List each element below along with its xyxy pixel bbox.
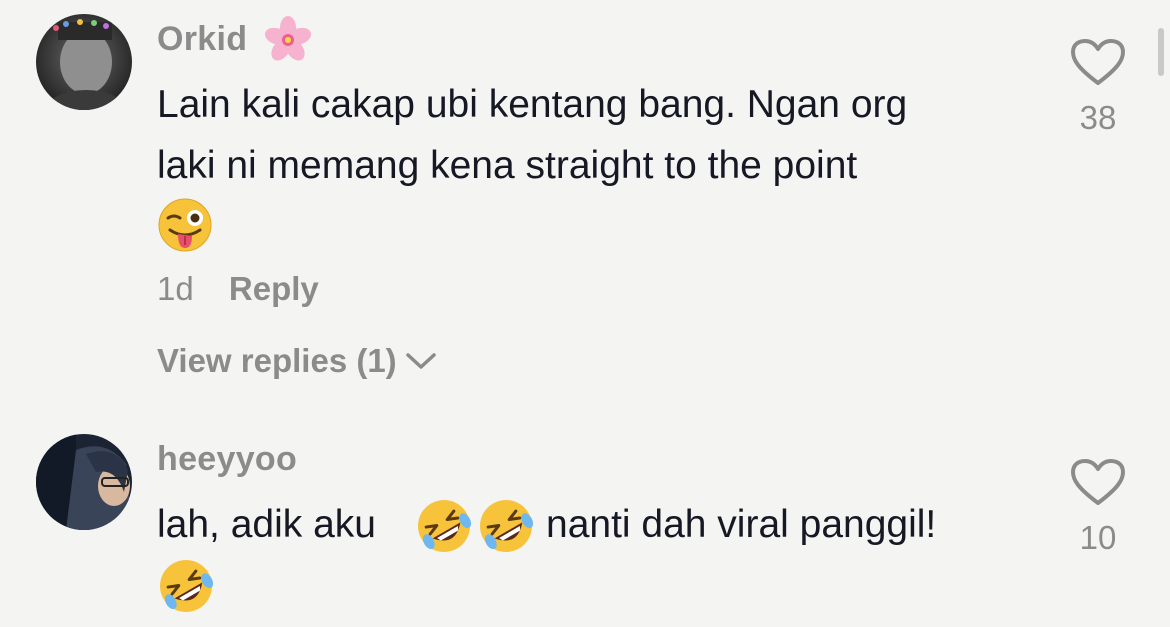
avatar[interactable] — [36, 14, 132, 110]
comment-date: 1d — [157, 270, 194, 307]
comments-panel: Orkid Lain kali cakap ubi kentang bang. … — [0, 0, 1170, 627]
rolling-on-floor-laughing-icon — [418, 500, 472, 552]
username[interactable]: heeyyoo — [157, 440, 297, 479]
comment-item: heeyyoo lah, adik aku nanti dah viral pa… — [0, 420, 1170, 627]
comment-meta: 1d Reply — [157, 270, 319, 308]
view-replies-label: View replies (1) — [157, 342, 397, 379]
heart-icon — [1071, 459, 1125, 505]
chevron-down-icon — [405, 353, 436, 369]
winking-face-with-tongue-icon — [158, 198, 212, 252]
comment-text-segment: lah, adik aku — [157, 503, 376, 546]
comment-item: Orkid Lain kali cakap ubi kentang bang. … — [0, 0, 1170, 420]
reply-button[interactable]: Reply — [229, 270, 319, 307]
comment-text: nanti dah viral panggil! — [546, 494, 1046, 555]
username[interactable]: Orkid — [157, 20, 247, 59]
view-replies-button[interactable]: View replies (1) — [157, 342, 437, 380]
cherry-blossom-icon — [264, 16, 312, 61]
like-count: 38 — [1079, 99, 1117, 136]
like-count: 10 — [1079, 519, 1117, 556]
heart-icon — [1071, 39, 1125, 85]
comment-text: Lain kali cakap ubi kentang bang. Ngan o… — [157, 74, 1037, 196]
like-button[interactable]: 10 — [1062, 458, 1134, 557]
like-button[interactable]: 38 — [1062, 38, 1134, 137]
comment-text-line: laki ni memang kena straight to the poin… — [157, 144, 858, 187]
avatar[interactable] — [36, 434, 132, 530]
comment-text-segment: nanti dah viral panggil! — [546, 503, 937, 546]
rolling-on-floor-laughing-icon — [160, 560, 214, 612]
comment-text-line: Lain kali cakap ubi kentang bang. Ngan o… — [157, 83, 908, 126]
rolling-on-floor-laughing-icon — [480, 500, 534, 552]
